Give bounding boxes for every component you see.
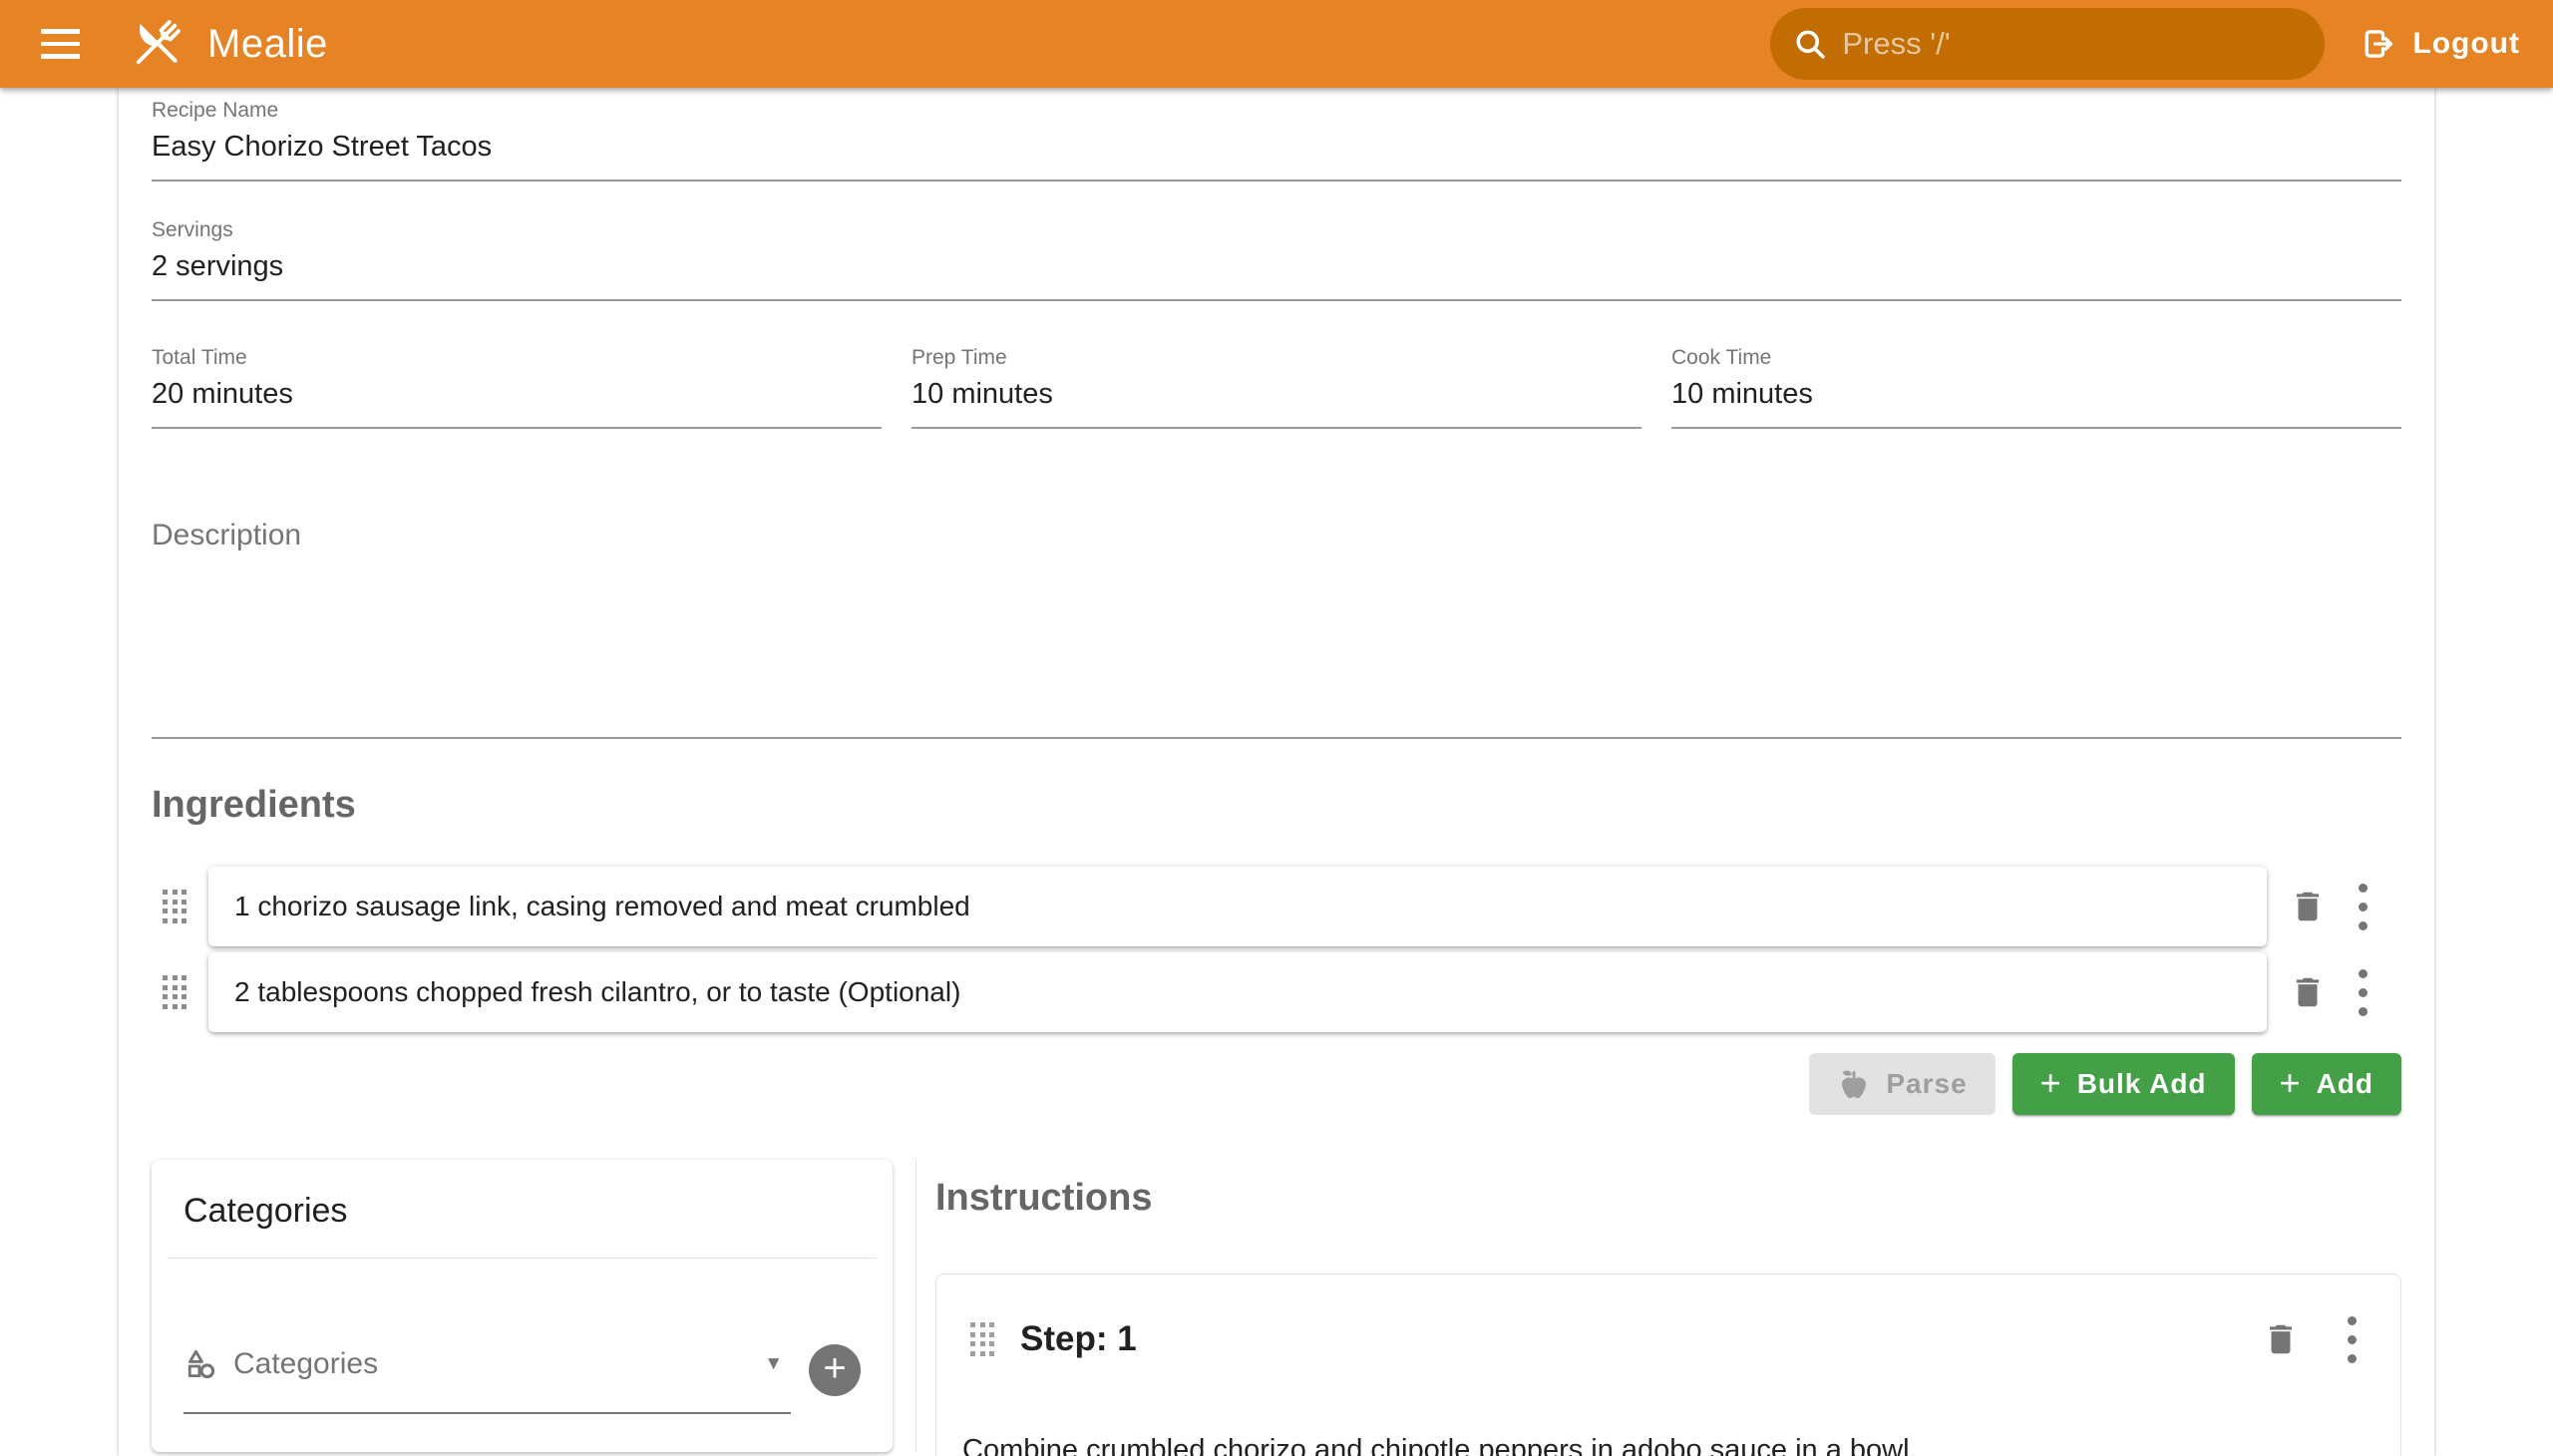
prep-time-field: Prep Time [912, 341, 1641, 429]
app-title: Mealie [207, 22, 328, 67]
ingredient-input[interactable] [208, 976, 2267, 1008]
instruction-step-card: Step: 1 Combine crumbled chorizo and chi… [935, 1274, 2401, 1456]
categories-select[interactable]: Categories ▼ [183, 1322, 791, 1414]
trash-icon [2262, 1320, 2300, 1358]
plus-icon: + [823, 1348, 846, 1388]
total-time-input[interactable] [152, 371, 882, 429]
prep-time-input[interactable] [912, 371, 1641, 429]
kebab-menu-icon [2359, 884, 2368, 930]
categories-column: Categories Categories ▼ + [152, 1160, 893, 1452]
total-time-field: Total Time [152, 341, 882, 429]
plus-icon: + [2040, 1065, 2062, 1101]
delete-ingredient-button[interactable] [2289, 973, 2327, 1011]
bulk-add-label: Bulk Add [2077, 1068, 2207, 1100]
shapes-icon [183, 1347, 217, 1381]
column-divider [915, 1160, 916, 1452]
drag-handle-icon[interactable] [163, 975, 186, 1009]
total-time-label: Total Time [152, 345, 882, 371]
ingredient-row [152, 952, 2401, 1032]
categories-card: Categories Categories ▼ + [152, 1160, 893, 1452]
plus-icon: + [2280, 1065, 2302, 1101]
ingredient-card [208, 867, 2267, 946]
time-fields-row: Total Time Prep Time Cook Time [152, 341, 2401, 429]
search-bar[interactable] [1770, 8, 2325, 80]
bulk-add-button[interactable]: + Bulk Add [2012, 1053, 2235, 1115]
drag-handle-icon[interactable] [970, 1322, 994, 1356]
mealie-fork-knife-logo-icon[interactable] [126, 13, 187, 75]
description-label: Description [152, 519, 2401, 552]
prep-time-label: Prep Time [912, 345, 1641, 371]
servings-label: Servings [152, 217, 2401, 243]
divider [168, 1258, 877, 1259]
categories-select-row: Categories ▼ + [183, 1322, 861, 1414]
recipe-name-input[interactable] [152, 124, 2401, 182]
step-menu-button[interactable] [2348, 1316, 2357, 1363]
servings-input[interactable] [152, 243, 2401, 301]
parse-label: Parse [1886, 1068, 1967, 1100]
search-icon [1792, 26, 1828, 62]
categories-card-title: Categories [152, 1160, 893, 1258]
delete-step-button[interactable] [2262, 1320, 2300, 1358]
cook-time-field: Cook Time [1671, 341, 2401, 429]
kebab-menu-icon [2348, 1316, 2357, 1363]
ingredient-card [208, 952, 2267, 1032]
step-text[interactable]: Combine crumbled chorizo and chipotle pe… [962, 1430, 2374, 1456]
apple-icon [1837, 1067, 1871, 1101]
servings-field: Servings [152, 217, 2401, 301]
categories-select-label: Categories [233, 1346, 378, 1382]
add-button[interactable]: + Add [2252, 1053, 2401, 1115]
trash-icon [2289, 973, 2327, 1011]
search-input[interactable] [1842, 26, 2303, 62]
instructions-column: Instructions Step: 1 Combine crumbl [925, 1160, 2401, 1452]
chevron-down-icon: ▼ [764, 1353, 783, 1375]
ingredient-input[interactable] [208, 891, 2267, 922]
app-bar: Mealie Logout [0, 0, 2553, 88]
ingredients-list [152, 867, 2401, 1032]
recipe-name-label: Recipe Name [152, 98, 2401, 124]
cook-time-input[interactable] [1671, 371, 2401, 429]
lower-columns: Categories Categories ▼ + [152, 1160, 2401, 1452]
step-title: Step: 1 [1020, 1314, 1137, 1364]
hamburger-menu-icon[interactable] [37, 25, 84, 63]
kebab-menu-icon [2359, 969, 2368, 1016]
logout-button[interactable]: Logout [2359, 25, 2520, 63]
ingredients-section-title: Ingredients [152, 783, 2401, 827]
trash-icon [2289, 888, 2327, 925]
step-header: Step: 1 [962, 1314, 2374, 1364]
add-label: Add [2317, 1068, 2373, 1100]
drag-handle-icon[interactable] [163, 890, 186, 923]
ingredient-menu-button[interactable] [2359, 969, 2368, 1016]
instructions-section-title: Instructions [935, 1176, 2401, 1220]
description-field[interactable]: Description [152, 519, 2401, 739]
ingredients-actions-row: Parse + Bulk Add + Add [152, 1053, 2401, 1115]
logout-icon [2359, 25, 2396, 63]
delete-ingredient-button[interactable] [2289, 888, 2327, 925]
ingredient-menu-button[interactable] [2359, 884, 2368, 930]
logout-label: Logout [2412, 27, 2520, 61]
cook-time-label: Cook Time [1671, 345, 2401, 371]
parse-button[interactable]: Parse [1809, 1053, 1995, 1115]
add-category-button[interactable]: + [809, 1344, 861, 1396]
recipe-name-field: Recipe Name [152, 98, 2401, 182]
recipe-editor-card: Recipe Name Servings Total Time Prep Tim… [119, 88, 2434, 1456]
ingredient-row [152, 867, 2401, 946]
